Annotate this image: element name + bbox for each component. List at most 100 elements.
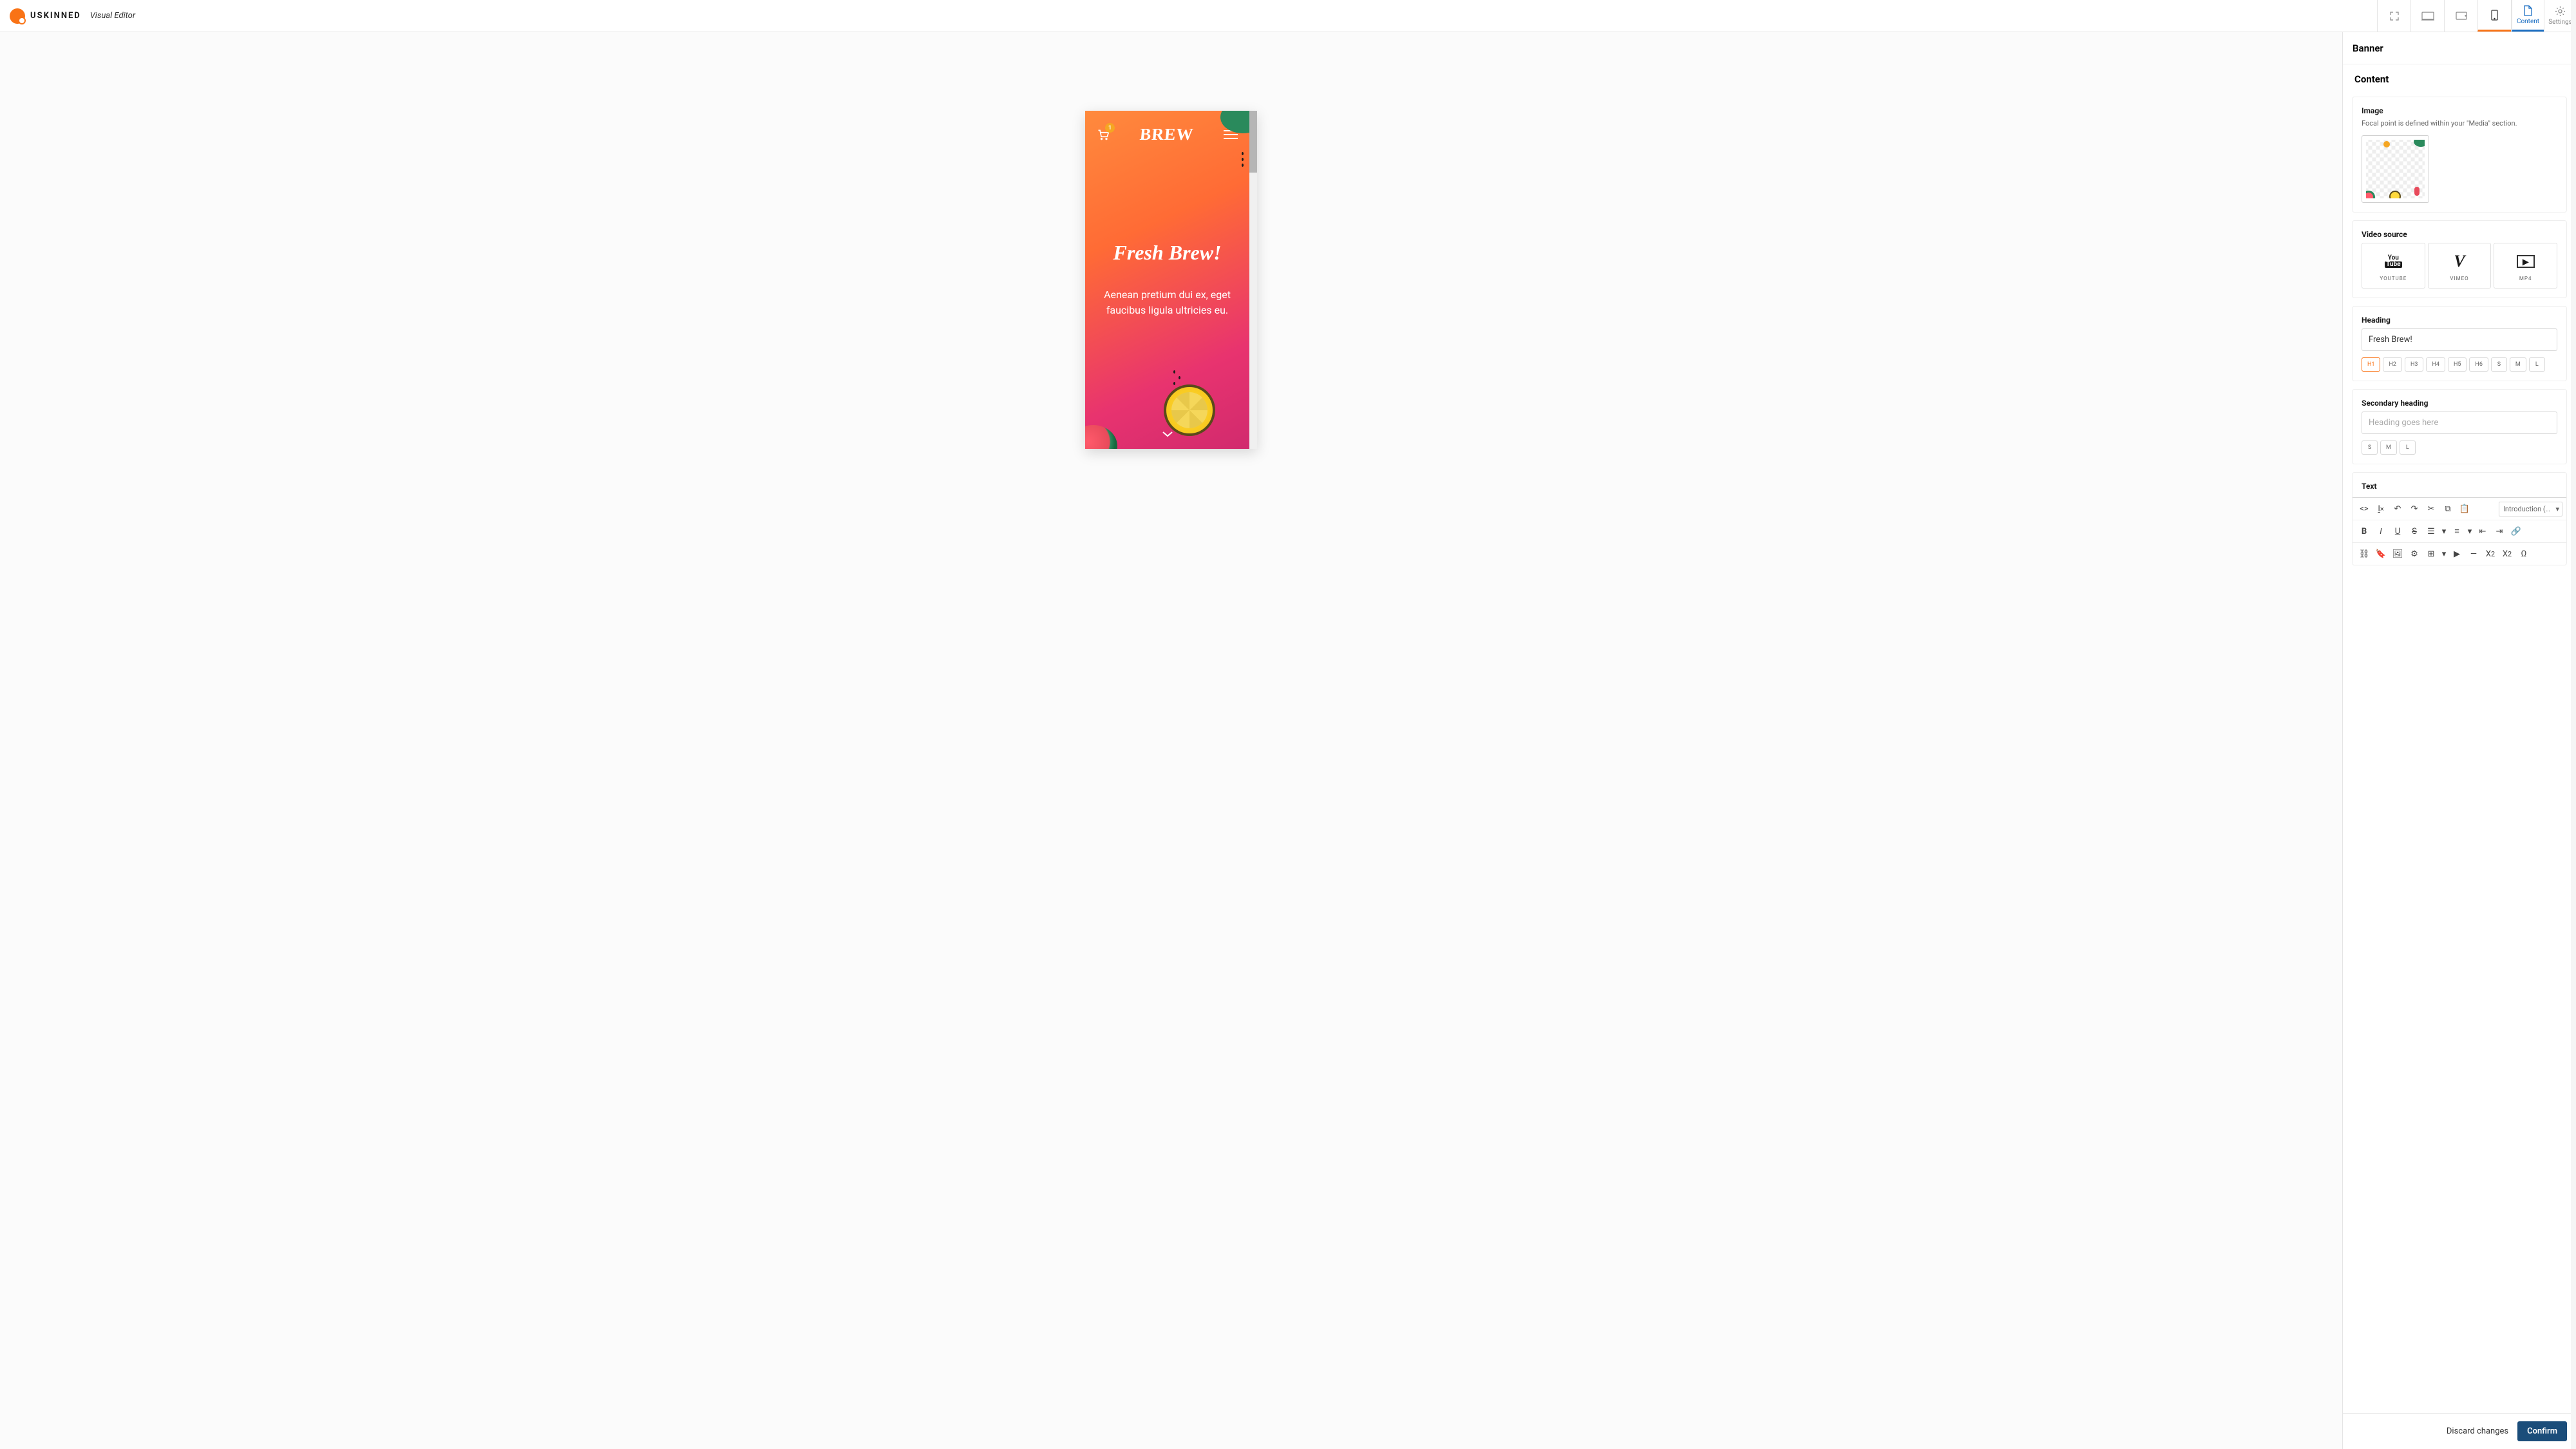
rte-subscript-icon[interactable]: X2	[2483, 546, 2498, 562]
confirm-button[interactable]: Confirm	[2517, 1421, 2567, 1441]
mobile-preview: 1 BREW Fresh Brew! Aenean pretium dui ex…	[1085, 111, 1249, 449]
heading-label: Heading	[2362, 316, 2557, 325]
video-option-youtube[interactable]: YouTube YOUTUBE	[2362, 243, 2425, 289]
rte-superscript-icon[interactable]: X2	[2499, 546, 2515, 562]
window-scrollbar[interactable]	[2571, 0, 2576, 1449]
video-source-card: Video source YouTube YOUTUBE V VIMEO	[2352, 220, 2567, 298]
vimeo-icon: V	[2431, 254, 2488, 269]
brand-name: USKINNED	[30, 11, 81, 21]
heading-size-h3[interactable]: H3	[2405, 357, 2423, 372]
rte-clearformat-icon[interactable]: I×	[2373, 501, 2389, 516]
desktop-device-button[interactable]	[2410, 0, 2444, 32]
secondary-size-m[interactable]: M	[2380, 440, 2397, 455]
panel-title: Banner	[2343, 32, 2576, 64]
rte-image-icon[interactable]: 🖼	[2390, 546, 2405, 562]
image-picker[interactable]	[2362, 135, 2429, 203]
rte-undo-icon[interactable]: ↶	[2390, 501, 2405, 516]
decoration-watermelon	[1085, 425, 1117, 449]
rte-hr-icon[interactable]: —	[2466, 546, 2481, 562]
rte-strike-icon[interactable]: S	[2407, 524, 2422, 539]
rte-number-list-more-icon[interactable]: ▾	[2466, 524, 2474, 539]
video-option-mp4[interactable]: ▸ MP4	[2494, 243, 2557, 289]
tab-content[interactable]: Content	[2512, 0, 2544, 32]
rte-bookmark-icon[interactable]: 🔖	[2373, 546, 2389, 562]
rte-italic-icon[interactable]: I	[2373, 524, 2389, 539]
heading-size-l[interactable]: L	[2529, 357, 2545, 372]
text-label: Text	[2362, 482, 2557, 491]
heading-size-h4[interactable]: H4	[2426, 357, 2445, 372]
heading-input[interactable]	[2362, 328, 2557, 351]
secondary-heading-card: Secondary heading S M L	[2352, 389, 2567, 464]
preview-scrollbar[interactable]	[1249, 111, 1257, 449]
document-icon	[2523, 5, 2533, 16]
image-label: Image	[2362, 106, 2557, 115]
heading-size-picker: H1 H2 H3 H4 H5 H6 S M L	[2362, 357, 2557, 372]
tab-content-label: Content	[2517, 18, 2539, 25]
rte-indent-icon[interactable]: ⇥	[2492, 524, 2507, 539]
text-field-card: Text <> I× ↶ ↷ ✂ ⧉ 📋 Introduction (… ▾	[2352, 472, 2567, 565]
heading-size-m[interactable]: M	[2510, 357, 2526, 372]
youtube-icon: YouTube	[2365, 254, 2422, 269]
tablet-device-button[interactable]	[2444, 0, 2477, 32]
decoration-seeds-2	[1171, 368, 1183, 388]
rte-bullet-list-more-icon[interactable]: ▾	[2440, 524, 2448, 539]
video-source-label: Video source	[2362, 230, 2557, 239]
heading-size-h5[interactable]: H5	[2448, 357, 2467, 372]
rte-copy-icon[interactable]: ⧉	[2440, 501, 2456, 516]
secondary-heading-input[interactable]	[2362, 412, 2557, 434]
editor-mode-label: Visual Editor	[90, 11, 135, 21]
heading-size-h1[interactable]: H1	[2362, 357, 2380, 372]
gear-icon	[2555, 6, 2566, 17]
cart-button[interactable]: 1	[1097, 128, 1110, 141]
rte-bullet-list-icon[interactable]: ☰	[2423, 524, 2439, 539]
heading-size-h6[interactable]: H6	[2469, 357, 2488, 372]
top-bar: USKINNED Visual Editor	[0, 0, 2576, 32]
rte-bold-icon[interactable]: B	[2356, 524, 2372, 539]
brand-logo-icon	[10, 8, 25, 24]
video-option-vimeo[interactable]: V VIMEO	[2428, 243, 2492, 289]
scroll-down-icon[interactable]	[1162, 431, 1173, 437]
rte-embed-icon[interactable]: ▶	[2449, 546, 2465, 562]
brand-logo: USKINNED	[10, 8, 81, 24]
panel-tab-switcher: Content Settings	[2511, 0, 2576, 32]
cart-badge: 1	[1105, 123, 1115, 133]
rte-unlink-icon[interactable]: ⛓	[2356, 546, 2372, 562]
rte-format-dropdown[interactable]: Introduction (… ▾	[2499, 502, 2562, 516]
rte-link-icon[interactable]: 🔗	[2508, 524, 2524, 539]
fullscreen-button[interactable]	[2377, 0, 2410, 32]
rte-redo-icon[interactable]: ↷	[2407, 501, 2422, 516]
device-switcher	[2377, 0, 2511, 32]
tab-settings-label: Settings	[2548, 19, 2572, 26]
mp4-icon: ▸	[2497, 254, 2554, 269]
heading-size-h2[interactable]: H2	[2383, 357, 2401, 372]
image-hint: Focal point is defined within your "Medi…	[2362, 119, 2557, 128]
rte-table-more-icon[interactable]: ▾	[2440, 546, 2448, 562]
rte-table-icon[interactable]: ⊞	[2423, 546, 2439, 562]
image-field-card: Image Focal point is defined within your…	[2352, 97, 2567, 213]
discard-button[interactable]: Discard changes	[2447, 1426, 2508, 1436]
decoration-seeds	[1239, 149, 1246, 169]
mobile-device-button[interactable]	[2477, 0, 2511, 32]
properties-panel: Banner Content Image Focal point is defi…	[2342, 32, 2576, 1449]
rte-macro-icon[interactable]: ⚙	[2407, 546, 2422, 562]
secondary-heading-label: Secondary heading	[2362, 399, 2557, 408]
banner-heading: Fresh Brew!	[1098, 241, 1236, 265]
rich-text-toolbar: <> I× ↶ ↷ ✂ ⧉ 📋 Introduction (… ▾ B I	[2353, 497, 2566, 565]
heading-size-s[interactable]: S	[2491, 357, 2507, 372]
banner-text: Aenean pretium dui ex, eget faucibus lig…	[1098, 287, 1236, 318]
panel-footer: Discard changes Confirm	[2343, 1413, 2576, 1449]
heading-field-card: Heading H1 H2 H3 H4 H5 H6 S M L	[2352, 306, 2567, 381]
secondary-size-l[interactable]: L	[2400, 440, 2416, 455]
rte-outdent-icon[interactable]: ⇤	[2475, 524, 2490, 539]
secondary-size-s[interactable]: S	[2362, 440, 2378, 455]
rte-number-list-icon[interactable]: ≡	[2449, 524, 2465, 539]
rte-special-char-icon[interactable]: Ω	[2516, 546, 2532, 562]
rte-underline-icon[interactable]: U	[2390, 524, 2405, 539]
site-logo: BREW	[1139, 125, 1194, 144]
rte-paste-icon[interactable]: 📋	[2457, 501, 2472, 516]
rte-cut-icon[interactable]: ✂	[2423, 501, 2439, 516]
preview-canvas: 1 BREW Fresh Brew! Aenean pretium dui ex…	[0, 32, 2342, 1449]
panel-section-title: Content	[2352, 73, 2567, 85]
decoration-lemon	[1164, 384, 1215, 436]
rte-code-icon[interactable]: <>	[2356, 501, 2372, 516]
